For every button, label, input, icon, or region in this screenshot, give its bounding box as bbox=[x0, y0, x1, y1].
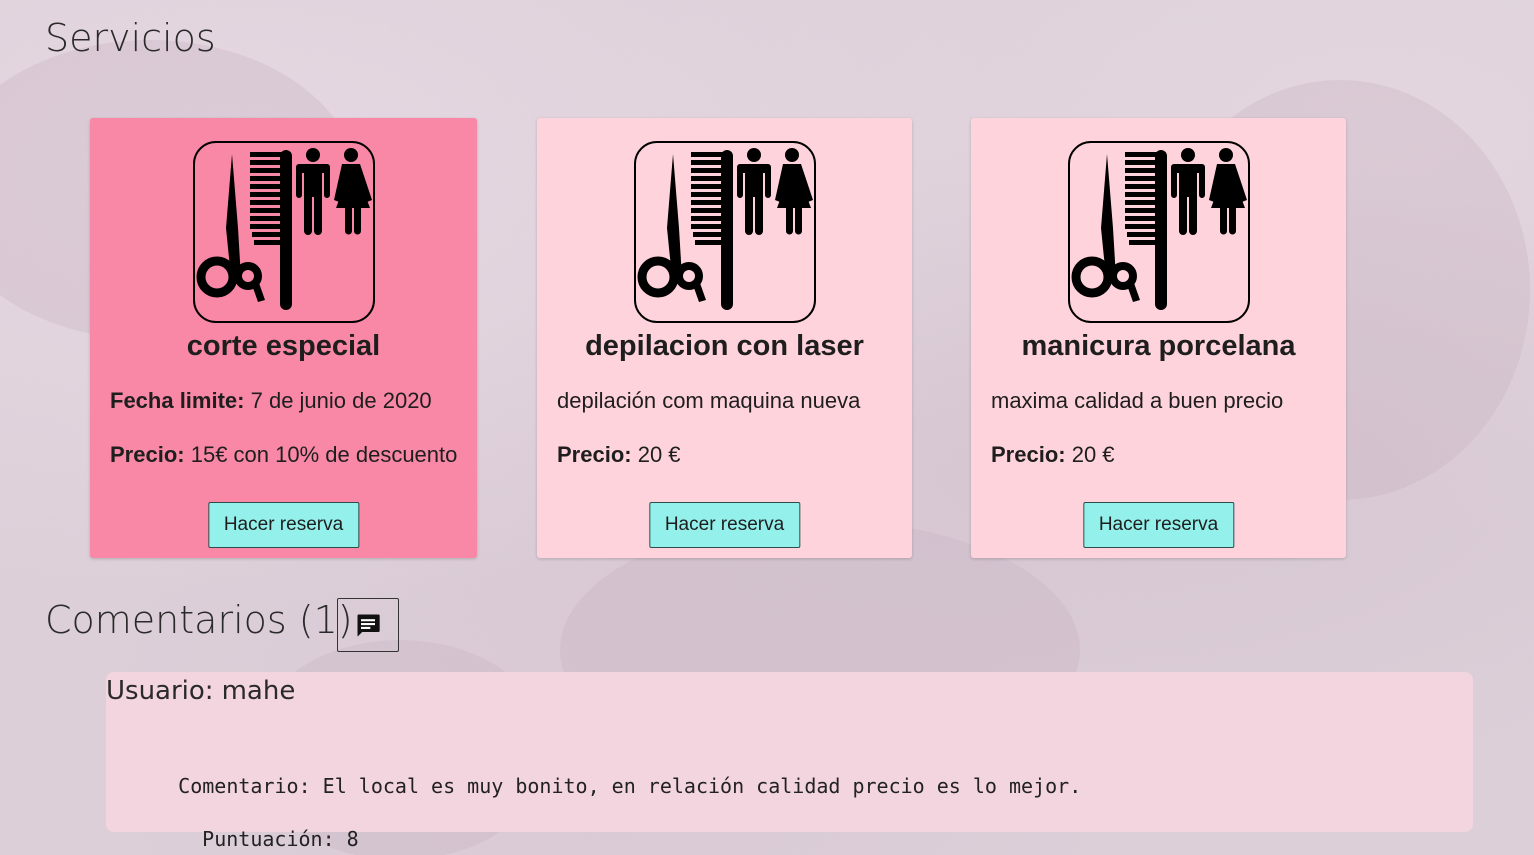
description-text: maxima calidad a buen precio bbox=[991, 388, 1284, 413]
user-label: Usuario: bbox=[106, 676, 214, 706]
comment-user: Usuario: mahe bbox=[106, 676, 295, 706]
book-button[interactable]: Hacer reserva bbox=[648, 502, 801, 548]
service-title: corte especial bbox=[186, 330, 381, 362]
service-deadline: Fecha limite: 7 de junio de 2020 bbox=[110, 388, 465, 414]
price-label: Precio: bbox=[110, 442, 185, 467]
comment-label: Comentario: bbox=[178, 774, 311, 798]
service-price: Precio: 20 € bbox=[557, 442, 900, 468]
service-card-corte-especial: corte especial Fecha limite: 7 de junio … bbox=[90, 118, 477, 558]
description-text: depilación com maquina nueva bbox=[557, 388, 861, 413]
add-comment-button[interactable] bbox=[337, 598, 399, 652]
hairdresser-logo-icon bbox=[633, 140, 817, 324]
service-description: depilación com maquina nueva bbox=[557, 388, 900, 414]
price-label: Precio: bbox=[557, 442, 632, 467]
service-price: Precio: 15€ con 10% de descuento bbox=[110, 442, 465, 468]
hairdresser-logo-icon bbox=[192, 140, 376, 324]
price-value: 20 € bbox=[1071, 442, 1115, 467]
service-title: manicura porcelana bbox=[1021, 330, 1296, 362]
price-value: 15€ con 10% de descuento bbox=[190, 442, 458, 467]
service-card-manicura: manicura porcelana maxima calidad a buen… bbox=[971, 118, 1346, 558]
hairdresser-logo-icon bbox=[1067, 140, 1251, 324]
book-button[interactable]: Hacer reserva bbox=[1082, 502, 1235, 548]
score-label: Puntuación: bbox=[202, 827, 335, 851]
price-value: 20 € bbox=[637, 442, 681, 467]
service-price: Precio: 20 € bbox=[991, 442, 1334, 468]
comments-heading: Comentarios (1) bbox=[45, 598, 353, 642]
service-description: maxima calidad a buen precio bbox=[991, 388, 1334, 414]
price-label: Precio: bbox=[991, 442, 1066, 467]
score-value: 8 bbox=[346, 827, 359, 851]
deadline-label: Fecha limite: bbox=[110, 388, 245, 413]
deadline-value: 7 de junio de 2020 bbox=[250, 388, 432, 413]
user-name: mahe bbox=[221, 676, 296, 706]
book-button[interactable]: Hacer reserva bbox=[207, 502, 360, 548]
comment-icon bbox=[357, 614, 380, 637]
service-card-depilacion: depilacion con laser depilación com maqu… bbox=[537, 118, 912, 558]
services-heading: Servicios bbox=[45, 16, 216, 60]
comment-score: Puntuación: 8 bbox=[154, 803, 359, 855]
comment-card: Usuario: mahe Comentario: El local es muy… bbox=[106, 672, 1473, 851]
comment-body: El local es muy bonito, en relación cali… bbox=[322, 774, 1082, 798]
service-title: depilacion con laser bbox=[585, 330, 864, 362]
